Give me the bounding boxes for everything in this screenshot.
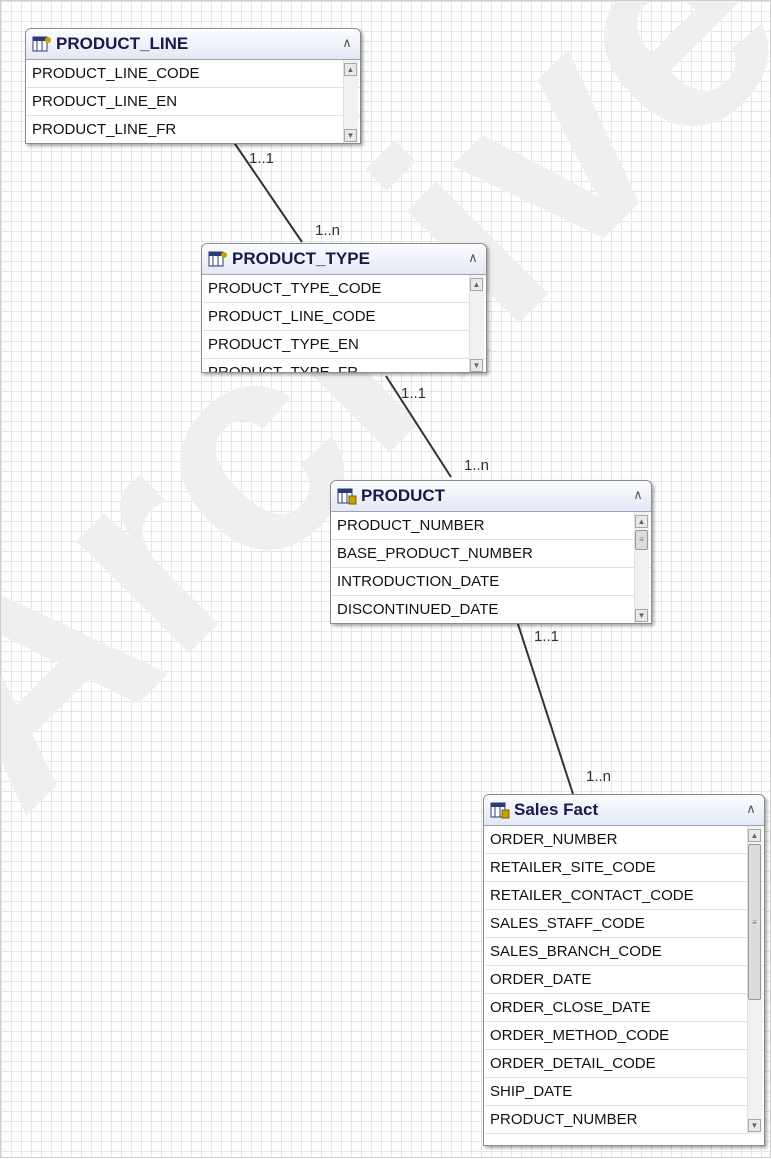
scrollbar[interactable]: ▲ ▼ [469,275,484,372]
field-row[interactable]: PRODUCT_TYPE_CODE [202,275,486,303]
entity-product-type[interactable]: PRODUCT_TYPE ∧ PRODUCT_TYPE_CODE PRODUCT… [201,243,487,373]
field-row[interactable]: INTRODUCTION_DATE [331,568,651,596]
field-row[interactable]: PRODUCT_LINE_EN [26,88,360,116]
fact-table-icon [490,802,510,819]
field-list[interactable]: ORDER_NUMBER RETAILER_SITE_CODE RETAILER… [484,826,764,1134]
field-row[interactable]: PRODUCT_LINE_FR [26,116,360,143]
field-row[interactable]: PRODUCT_NUMBER [484,1106,764,1134]
field-row[interactable]: SHIP_DATE [484,1078,764,1106]
field-row[interactable]: RETAILER_CONTACT_CODE [484,882,764,910]
collapse-icon[interactable]: ∧ [631,487,645,503]
collapse-icon[interactable]: ∧ [744,801,758,817]
entity-header[interactable]: PRODUCT_LINE ∧ [26,29,360,60]
scroll-thumb[interactable]: ≡ [635,530,648,550]
entity-header[interactable]: Sales Fact ∧ [484,795,764,826]
scroll-down-button[interactable]: ▼ [635,609,648,622]
scroll-down-button[interactable]: ▼ [344,129,357,142]
table-icon [208,251,227,267]
field-row[interactable]: PRODUCT_NUMBER [331,512,651,540]
field-row[interactable]: PRODUCT_TYPE_EN [202,331,486,359]
scrollbar[interactable]: ▲ ≡ ▼ [634,512,649,623]
entity-product-line[interactable]: PRODUCT_LINE ∧ PRODUCT_LINE_CODE PRODUCT… [25,28,361,144]
field-row[interactable]: PRODUCT_TYPE_FR [202,359,486,372]
diagram-canvas[interactable]: Archived 1..1 1..n 1..1 1..n 1..1 1..n P… [0,0,771,1158]
entity-product[interactable]: PRODUCT ∧ PRODUCT_NUMBER BASE_PRODUCT_NU… [330,480,652,624]
fact-table-icon [337,488,357,505]
collapse-icon[interactable]: ∧ [340,35,354,51]
entity-title: PRODUCT_TYPE [232,249,370,268]
field-list[interactable]: PRODUCT_NUMBER BASE_PRODUCT_NUMBER INTRO… [331,512,651,623]
field-row[interactable]: ORDER_CLOSE_DATE [484,994,764,1022]
cardinality-label: 1..n [315,222,341,239]
field-row[interactable]: SALES_BRANCH_CODE [484,938,764,966]
collapse-icon[interactable]: ∧ [466,250,480,266]
field-list[interactable]: PRODUCT_TYPE_CODE PRODUCT_LINE_CODE PROD… [202,275,486,372]
scroll-down-button[interactable]: ▼ [470,359,483,372]
entity-title: PRODUCT [361,486,446,505]
field-row[interactable]: SALES_STAFF_CODE [484,910,764,938]
scrollbar[interactable]: ▲ ▼ [343,60,358,143]
scroll-up-button[interactable]: ▲ [470,278,483,291]
field-row[interactable]: RETAILER_SITE_CODE [484,854,764,882]
cardinality-label: 1..1 [401,385,427,402]
cardinality-label: 1..n [586,768,612,785]
field-row[interactable]: ORDER_DETAIL_CODE [484,1050,764,1078]
entity-title: PRODUCT_LINE [56,34,189,53]
scroll-down-button[interactable]: ▼ [748,1119,761,1132]
field-list[interactable]: PRODUCT_LINE_CODE PRODUCT_LINE_EN PRODUC… [26,60,360,143]
field-row[interactable]: ORDER_DATE [484,966,764,994]
table-icon [32,36,51,52]
scroll-up-button[interactable]: ▲ [635,515,648,528]
field-row[interactable]: ORDER_NUMBER [484,826,764,854]
scroll-up-button[interactable]: ▲ [344,63,357,76]
field-row[interactable]: ORDER_METHOD_CODE [484,1022,764,1050]
entity-sales-fact[interactable]: Sales Fact ∧ ORDER_NUMBER RETAILER_SITE_… [483,794,765,1146]
entity-header[interactable]: PRODUCT_TYPE ∧ [202,244,486,275]
field-row[interactable]: PRODUCT_LINE_CODE [202,303,486,331]
scroll-thumb[interactable]: ≡ [748,844,761,1000]
field-row[interactable]: DISCONTINUED_DATE [331,596,651,623]
link-product-salesfact[interactable] [516,620,574,795]
cardinality-label: 1..1 [534,628,560,645]
field-row[interactable]: PRODUCT_LINE_CODE [26,60,360,88]
scroll-up-button[interactable]: ▲ [748,829,761,842]
entity-title: Sales Fact [514,800,599,819]
cardinality-label: 1..n [464,457,490,474]
entity-header[interactable]: PRODUCT ∧ [331,481,651,512]
cardinality-label: 1..1 [249,150,275,167]
field-row[interactable]: BASE_PRODUCT_NUMBER [331,540,651,568]
scrollbar[interactable]: ▲ ≡ ▼ [747,826,762,1134]
